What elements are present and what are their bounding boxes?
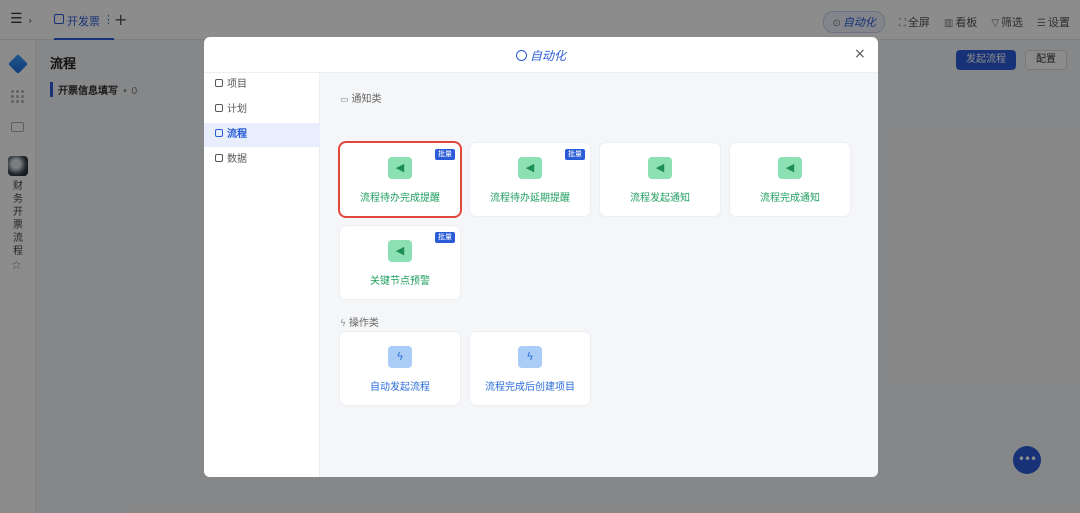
modal-nav: 项目 计划 流程 数据 [204,73,320,477]
data-icon [215,154,223,162]
megaphone-icon: ◀ [778,157,802,179]
card-label: 流程完成后创建项目 [485,382,575,393]
message-icon: ▭ [340,95,349,105]
batch-badge: 批量 [435,149,455,160]
process-icon [215,129,223,137]
megaphone-icon: ◀ [388,157,412,179]
card-process-start-notify[interactable]: ◀ 流程发起通知 [600,143,720,216]
batch-badge: 批量 [565,149,585,160]
card-label: 流程待办完成提醒 [360,193,440,204]
automation-icon [515,50,527,61]
automation-modal: 自动化 × 项目 计划 流程 数据 ▭ 通知类 ◀ 批量 流程待办完成提醒 ◀ 批… [204,37,878,477]
lightning-icon: ϟ [340,319,346,329]
modal-header: 自动化 × [204,37,878,73]
project-icon [215,79,223,87]
batch-badge: 批量 [435,232,455,243]
card-label: 流程完成通知 [760,193,820,204]
card-label: 自动发起流程 [370,382,430,393]
nav-item-data[interactable]: 数据 [204,148,320,172]
megaphone-icon: ◀ [388,240,412,262]
modal-title: 自动化 [204,47,878,64]
modal-body: ▭ 通知类 ◀ 批量 流程待办完成提醒 ◀ 批量 流程待办延期提醒 ◀ 流程发起通… [320,73,878,477]
nav-item-process[interactable]: 流程 [204,123,320,147]
card-create-project-after-process[interactable]: ϟ 流程完成后创建项目 [470,332,590,405]
section-notify: ▭ 通知类 [340,94,382,105]
nav-item-plan[interactable]: 计划 [204,98,320,122]
card-process-todo-done[interactable]: ◀ 批量 流程待办完成提醒 [340,143,460,216]
card-key-node-alert[interactable]: ◀ 批量 关键节点预警 [340,226,460,299]
megaphone-icon: ◀ [518,157,542,179]
card-process-todo-delay[interactable]: ◀ 批量 流程待办延期提醒 [470,143,590,216]
plan-icon [215,104,223,112]
section-operate: ϟ 操作类 [340,318,379,329]
megaphone-icon: ◀ [648,157,672,179]
card-label: 流程发起通知 [630,193,690,204]
card-label: 关键节点预警 [370,276,430,287]
card-label: 流程待办延期提醒 [490,193,570,204]
lightning-icon: ϟ [518,346,542,368]
nav-item-project[interactable]: 项目 [204,73,320,97]
card-process-complete-notify[interactable]: ◀ 流程完成通知 [730,143,850,216]
card-auto-start-process[interactable]: ϟ 自动发起流程 [340,332,460,405]
close-icon[interactable]: × [854,46,866,62]
lightning-icon: ϟ [388,346,412,368]
